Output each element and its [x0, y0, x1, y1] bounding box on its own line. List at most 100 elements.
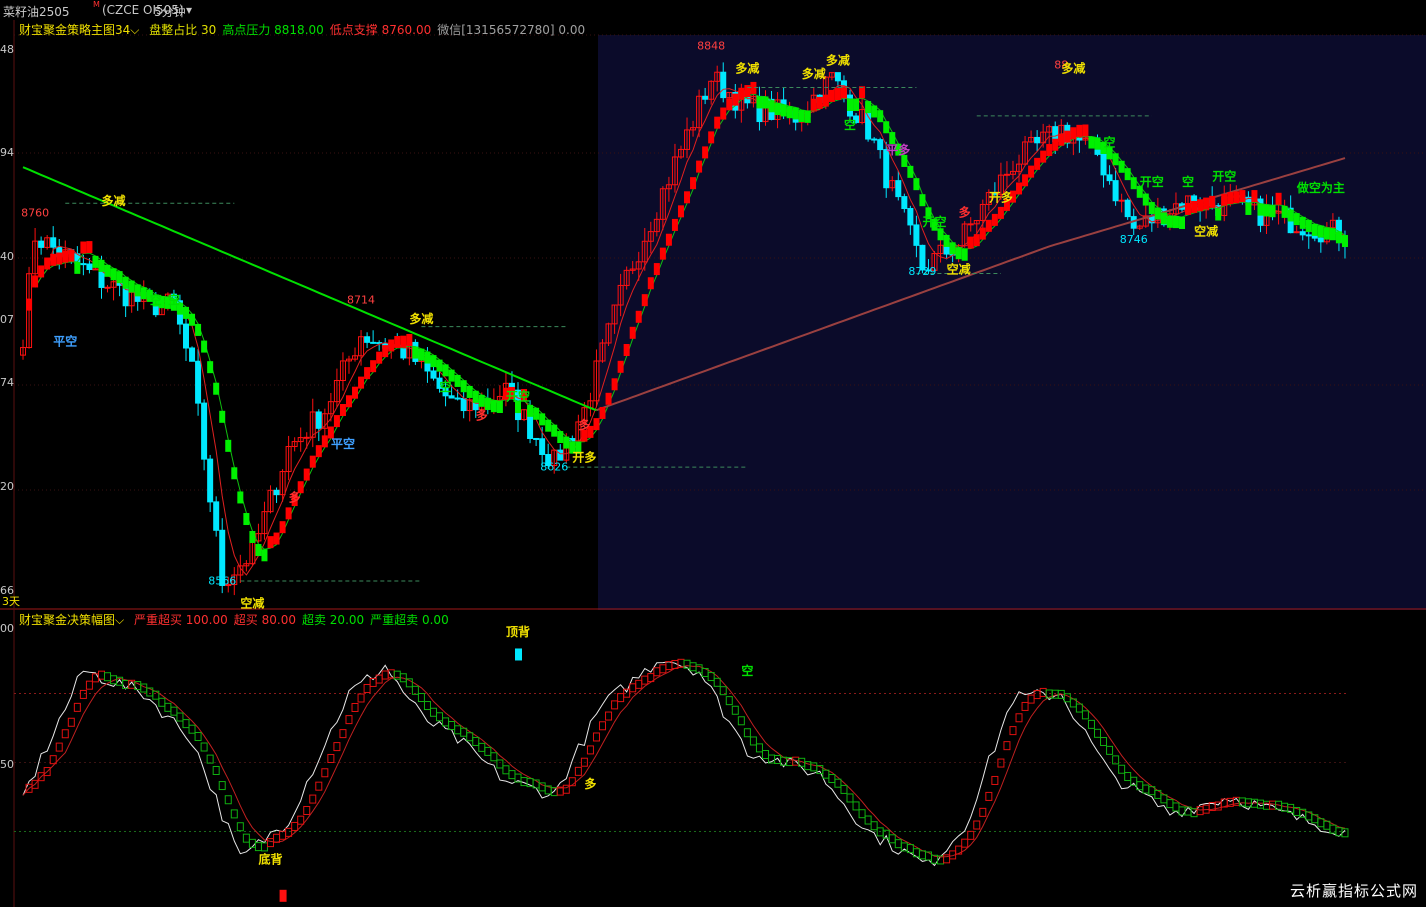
osc-down-block [810, 762, 818, 772]
long-band-block [1028, 165, 1035, 178]
long-band-block [352, 386, 359, 399]
osc-up-block [592, 732, 600, 742]
osc-up-block [91, 673, 99, 683]
kline-chart[interactable]: 4894400774206600503天87608566871486268848… [0, 20, 1426, 907]
long-band-block [973, 234, 980, 247]
long-band-block [56, 252, 63, 265]
signal-label: 空 [1104, 134, 1116, 149]
osc-up-block [357, 693, 365, 703]
short-band-block [871, 105, 878, 118]
candle-down [557, 449, 564, 461]
long-band-block [26, 298, 33, 311]
long-band-block [744, 85, 751, 98]
osc-down-block [260, 842, 268, 852]
chevron-down-icon[interactable]: ⌵ [115, 613, 124, 627]
osc-down-block [417, 693, 425, 703]
long-band-block [406, 334, 413, 347]
main-param-label: 高点压力 [222, 23, 275, 37]
osc-down-block [472, 736, 480, 746]
osc-up-block [1027, 694, 1035, 704]
main-indicator-name[interactable]: 财宝聚金策略主图34 [19, 23, 130, 37]
long-band-block [1239, 190, 1246, 203]
long-band-block [647, 277, 654, 290]
long-band-block [684, 191, 691, 204]
candle-down [871, 138, 878, 141]
period-selector[interactable]: 5分钟 [154, 3, 186, 20]
osc-up-block [381, 670, 389, 680]
osc-down-block [1238, 797, 1246, 807]
signal-label: 空 [844, 117, 856, 132]
sub-param-label: 超卖 [301, 613, 330, 627]
short-band-block [237, 491, 244, 504]
y-tick-label: 50 [0, 758, 14, 771]
short-band-block [418, 348, 425, 361]
short-band-block [243, 513, 250, 526]
long-band-block [1209, 195, 1216, 208]
short-band-block [261, 549, 268, 562]
short-band-block [478, 394, 485, 407]
osc-down-block [254, 842, 262, 852]
candle-down [370, 341, 377, 344]
osc-up-block [599, 721, 607, 731]
short-band-block [1166, 215, 1173, 228]
long-band-block [38, 265, 45, 278]
signal-label: 多减 [826, 53, 850, 68]
long-band-block [68, 249, 75, 262]
long-band-block [732, 93, 739, 106]
long-band-block [708, 131, 715, 144]
signal-label: 空 [1182, 174, 1194, 189]
long-band-block [86, 241, 93, 254]
signal-label: 平空 [331, 436, 355, 451]
candle-down [213, 501, 220, 531]
osc-up-block [635, 679, 643, 689]
osc-down-block [508, 770, 516, 780]
sub-param-label: 超买 [233, 613, 262, 627]
signal-label: 空 [440, 379, 452, 394]
signal-label: 做空为主 [1296, 180, 1345, 195]
long-band-block [1275, 192, 1282, 205]
chevron-down-icon[interactable]: ⌵ [130, 23, 139, 37]
osc-up-block [611, 700, 619, 710]
long-band-block [358, 376, 365, 389]
signal-label: 多 [959, 205, 971, 220]
sub-param-label: 严重超买 [133, 613, 186, 627]
signal-label: 空减 [947, 261, 971, 276]
long-band-block [696, 160, 703, 173]
long-band-block [62, 250, 69, 263]
short-band-block [201, 340, 208, 353]
candle-down [1124, 199, 1131, 218]
symbol-name[interactable]: 菜籽油2505 [3, 3, 70, 20]
osc-up-block [67, 717, 75, 727]
short-band-block [907, 165, 914, 178]
osc-up-block [339, 729, 347, 739]
short-band-block [1142, 193, 1149, 206]
short-band-block [1118, 160, 1125, 173]
sub-param-value: 100.00 [185, 613, 228, 627]
candle-up [92, 268, 99, 271]
osc-up-block [303, 805, 311, 815]
osc-down-block [1118, 764, 1126, 774]
price-label: 8848 [697, 39, 725, 52]
osc-up-block [285, 827, 293, 837]
main-param-value: 8818.00 [274, 23, 324, 37]
short-band-block [128, 280, 135, 293]
osc-up-block [605, 711, 613, 721]
candle-down [273, 489, 280, 496]
long-band-block [659, 247, 666, 260]
chevron-down-icon[interactable]: ▾ [186, 3, 192, 17]
long-band-block [991, 213, 998, 226]
short-band-block [1323, 227, 1330, 240]
main-param-label: 盘整占比 [149, 23, 202, 37]
osc-down-block [737, 716, 745, 726]
long-band-block [279, 521, 286, 534]
long-band-block [273, 532, 280, 545]
short-band-block [545, 419, 552, 432]
sub-indicator-name[interactable]: 财宝聚金决策幅图 [19, 613, 115, 627]
osc-down-block [478, 742, 486, 752]
osc-up-block [291, 821, 299, 831]
osc-up-block [979, 807, 987, 817]
price-label: 8729 [908, 265, 936, 278]
short-band-block [213, 382, 220, 395]
osc-down-block [170, 706, 178, 716]
signal-label: 多减 [802, 66, 826, 81]
